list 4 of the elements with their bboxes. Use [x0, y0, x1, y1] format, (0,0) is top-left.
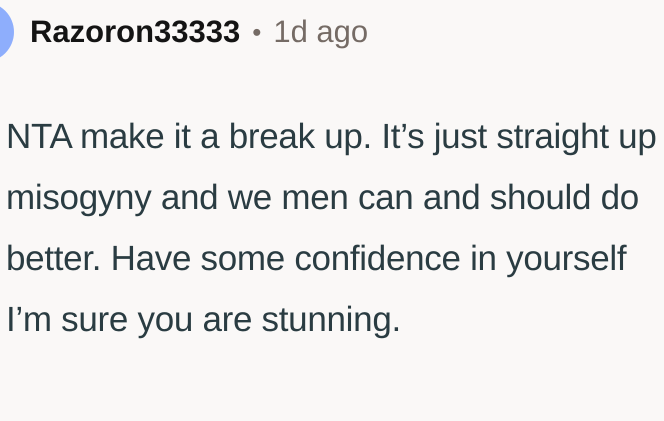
comment-text: NTA make it a break up. It’s just straight up misogyny and we men can and should do better. Have some confidence in yourself I’m sure you are stunning. [6, 116, 658, 341]
username-link[interactable]: Razoron33333 [30, 14, 240, 50]
timestamp: 1d ago [273, 14, 368, 50]
separator-dot: • [252, 16, 262, 48]
